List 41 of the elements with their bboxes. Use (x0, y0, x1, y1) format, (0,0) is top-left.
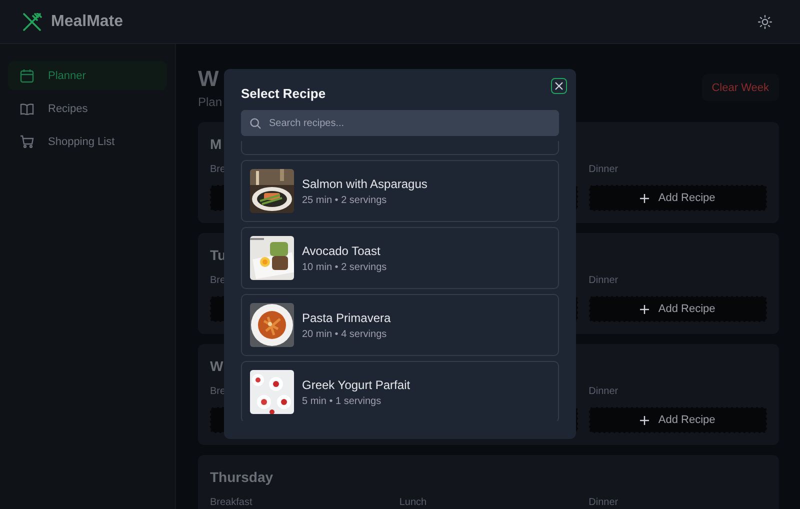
day-title: W (210, 358, 224, 374)
add-recipe-button[interactable]: Add Recipe (588, 407, 767, 433)
meal-label: Dinner (588, 497, 618, 508)
plus-icon (640, 416, 650, 424)
recipe-card[interactable]: Salmon with Asparagus 25 min • 2 servings (241, 160, 559, 222)
recipe-card[interactable]: Avocado Toast 10 min • 2 servings (241, 227, 559, 289)
dialog-title: Select Recipe (241, 86, 326, 101)
calendar-icon (20, 68, 34, 82)
page-subtitle: Plan (198, 95, 222, 109)
page-title: W (198, 66, 220, 92)
add-recipe-button[interactable]: Add Recipe (588, 296, 767, 322)
close-button[interactable] (551, 78, 567, 94)
plus-icon (640, 194, 650, 202)
meal-label: Breakfast (210, 497, 252, 508)
day-title: Thursday (210, 469, 274, 485)
cart-icon (20, 135, 34, 148)
close-icon (555, 82, 563, 90)
recipe-name: Salmon with Asparagus (302, 176, 428, 190)
search-field[interactable]: Search recipes... (241, 110, 559, 136)
meal-label: Lunch (399, 497, 427, 508)
recipe-details: 10 min • 2 servings (302, 262, 387, 272)
meal-label: Dinner (588, 386, 618, 397)
recipe-card[interactable]: Greek Yogurt Parfait 5 min • 1 servings (241, 361, 559, 421)
recipe-details: 5 min • 1 servings (302, 396, 382, 406)
recipe-details: 20 min • 4 servings (302, 328, 388, 340)
recipe-details: 25 min • 2 servings (302, 194, 388, 206)
utensils-icon (22, 12, 42, 30)
sun-icon[interactable] (758, 14, 772, 28)
nav-item[interactable]: Recipes (8, 94, 167, 123)
nav-item[interactable]: Shopping List (8, 127, 167, 156)
recipe-name: Greek Yogurt Parfait (302, 378, 410, 392)
meal-label: Dinner (588, 275, 618, 286)
meal-label: Dinner (588, 164, 618, 175)
book-icon (20, 102, 34, 114)
recipe-name: Pasta Primavera (302, 310, 391, 324)
app-name: MealMate (51, 12, 124, 30)
day-title: M (210, 136, 222, 152)
add-recipe-button[interactable]: Add Recipe (588, 185, 767, 211)
plus-icon (640, 304, 650, 314)
recipe-card[interactable]: Pasta Primavera 20 min • 4 servings (241, 294, 559, 356)
recipe-name: Avocado Toast (302, 244, 382, 258)
